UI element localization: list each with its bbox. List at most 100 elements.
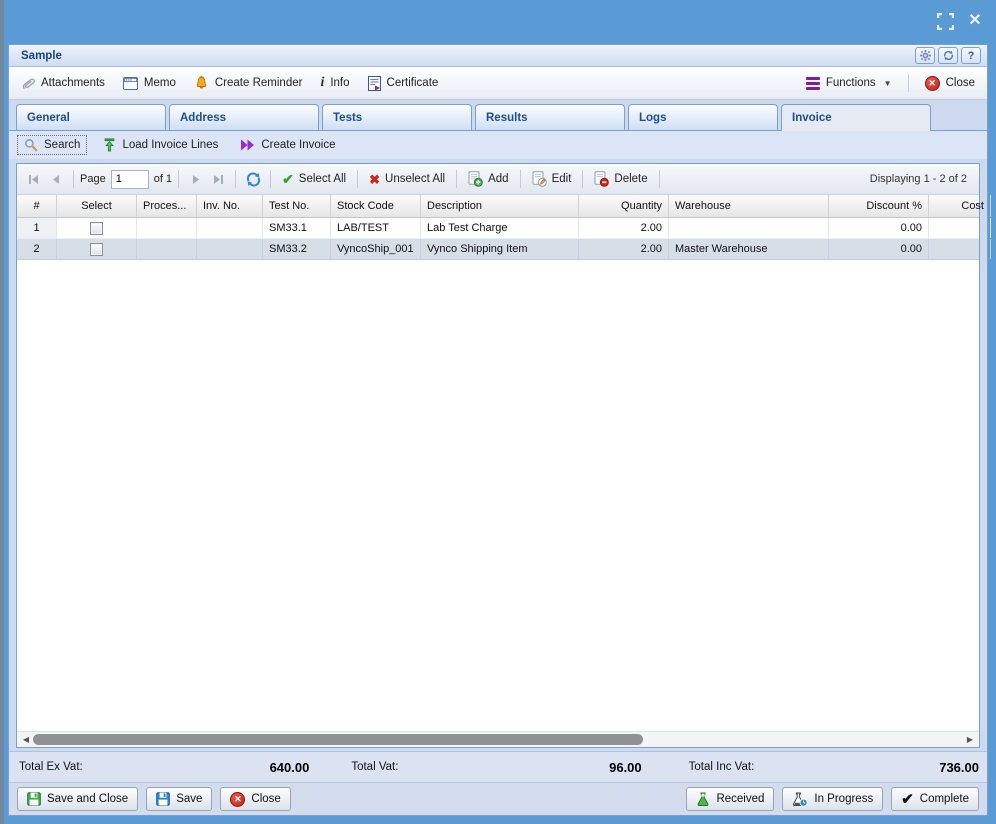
load-invoice-lines-button[interactable]: Load Invoice Lines [97, 136, 224, 154]
info-button[interactable]: i Info [318, 73, 351, 93]
cell-cost[interactable] [929, 218, 991, 238]
column-header-num[interactable]: # [17, 195, 57, 217]
complete-status-button[interactable]: ✔ Complete [891, 787, 979, 811]
invoice-subtoolbar: Search Load Invoice Lines Create Invoice [9, 130, 987, 159]
total-vat-value: 96.00 [609, 760, 642, 775]
double-arrow-icon [240, 139, 255, 151]
save-green-floppy-icon [27, 792, 41, 806]
memo-button[interactable]: Memo [121, 74, 178, 93]
load-invoice-lines-label: Load Invoice Lines [122, 139, 218, 151]
create-reminder-button[interactable]: Create Reminder [192, 73, 305, 94]
in-progress-status-button[interactable]: In Progress [782, 787, 883, 811]
create-invoice-label: Create Invoice [261, 139, 335, 151]
certificate-icon [368, 76, 381, 91]
cell-discount[interactable]: 0.00 [829, 239, 929, 259]
cell-warehouse[interactable]: Master Warehouse [669, 239, 829, 259]
cell-cost[interactable] [929, 239, 991, 259]
cell-stock_code[interactable]: LAB/TEST [331, 218, 421, 238]
add-row-button[interactable]: Add [463, 169, 513, 189]
column-header-warehouse[interactable]: Warehouse [669, 195, 829, 217]
close-footer-button[interactable]: ✕ Close [220, 787, 290, 811]
page-of-label: of 1 [154, 173, 172, 185]
column-header-stock_code[interactable]: Stock Code [331, 195, 421, 217]
column-header-inv_no[interactable]: Inv. No. [197, 195, 263, 217]
settings-gear-button[interactable] [915, 47, 935, 64]
column-header-cost[interactable]: Cost [929, 195, 991, 217]
cell-description[interactable]: Vynco Shipping Item [421, 239, 579, 259]
functions-menu-button[interactable]: Functions ▼ [804, 74, 894, 93]
tab-address[interactable]: Address [169, 104, 319, 130]
search-button[interactable]: Search [17, 135, 87, 155]
column-header-test_no[interactable]: Test No. [263, 195, 331, 217]
close-window-icon[interactable]: ✕ [966, 12, 984, 30]
tab-general[interactable]: General [16, 104, 166, 130]
scrollbar-thumb[interactable] [33, 734, 643, 745]
save-and-close-button[interactable]: Save and Close [17, 787, 138, 811]
row-select-checkbox[interactable] [90, 243, 103, 256]
cell-test_no[interactable]: SM33.2 [263, 239, 331, 259]
table-row[interactable]: 2 SM33.2VyncoShip_001Vynco Shipping Item2… [17, 239, 979, 260]
refresh-grid-icon[interactable] [242, 168, 264, 190]
refresh-panel-button[interactable] [938, 47, 958, 64]
next-page-icon[interactable] [185, 168, 207, 190]
cell-test_no[interactable]: SM33.1 [263, 218, 331, 238]
cell-num[interactable]: 2 [17, 239, 57, 259]
scroll-right-icon[interactable]: ▶ [963, 732, 977, 747]
save-label: Save [176, 793, 202, 805]
save-button[interactable]: Save [146, 787, 212, 811]
cell-quantity[interactable]: 2.00 [579, 239, 669, 259]
tab-strip: General Address Tests Results Logs Invoi… [9, 100, 987, 130]
row-select-checkbox[interactable] [90, 222, 103, 235]
tab-logs[interactable]: Logs [628, 104, 778, 130]
total-ex-vat-label: Total Ex Vat: [19, 761, 83, 773]
cell-inv_no[interactable] [197, 239, 263, 259]
total-ex-vat: Total Ex Vat: 640.00 [17, 760, 309, 775]
cell-select [57, 218, 137, 238]
tab-results[interactable]: Results [475, 104, 625, 130]
scroll-left-icon[interactable]: ◀ [19, 732, 33, 747]
help-label: ? [968, 50, 975, 62]
delete-label: Delete [614, 173, 647, 185]
bell-icon [194, 76, 209, 91]
first-page-icon[interactable] [23, 168, 45, 190]
cell-quantity[interactable]: 2.00 [579, 218, 669, 238]
add-page-icon [468, 171, 483, 187]
cell-num[interactable]: 1 [17, 218, 57, 238]
tab-invoice[interactable]: Invoice [781, 104, 931, 131]
close-toolbar-button[interactable]: ✕ Close [923, 73, 977, 94]
info-icon: i [320, 76, 324, 90]
table-row[interactable]: 1 SM33.1LAB/TESTLab Test Charge2.00 0.00 [17, 218, 979, 239]
select-all-button[interactable]: ✔ Select All [277, 170, 351, 188]
cell-stock_code[interactable]: VyncoShip_001 [331, 239, 421, 259]
column-header-description[interactable]: Description [421, 195, 579, 217]
certificate-button[interactable]: Certificate [366, 73, 441, 94]
prev-page-icon[interactable] [45, 168, 67, 190]
chevron-down-icon: ▼ [884, 79, 892, 88]
column-header-quantity[interactable]: Quantity [579, 195, 669, 217]
cell-discount[interactable]: 0.00 [829, 218, 929, 238]
column-header-select[interactable]: Select [57, 195, 137, 217]
edit-row-button[interactable]: Edit [527, 169, 577, 189]
column-header-discount[interactable]: Discount % [829, 195, 929, 217]
attachments-button[interactable]: Attachments [19, 73, 107, 94]
cell-process[interactable] [137, 239, 197, 259]
save-blue-floppy-icon [156, 792, 170, 806]
cell-description[interactable]: Lab Test Charge [421, 218, 579, 238]
cell-process[interactable] [137, 218, 197, 238]
page-number-input[interactable] [111, 170, 149, 189]
received-status-button[interactable]: Received [686, 787, 774, 811]
delete-row-button[interactable]: Delete [589, 169, 652, 189]
cell-warehouse[interactable] [669, 218, 829, 238]
red-x-icon: ✖ [369, 173, 380, 186]
help-button[interactable]: ? [961, 47, 981, 64]
fullscreen-icon[interactable] [936, 12, 954, 30]
last-page-icon[interactable] [207, 168, 229, 190]
create-invoice-button[interactable]: Create Invoice [234, 137, 341, 153]
unselect-all-button[interactable]: ✖ Unselect All [364, 171, 450, 188]
sample-dialog-window: Sample [8, 44, 988, 816]
tab-tests[interactable]: Tests [322, 104, 472, 130]
add-label: Add [488, 173, 508, 185]
column-header-process[interactable]: Proces... [137, 195, 197, 217]
horizontal-scrollbar[interactable]: ◀ ▶ [17, 731, 979, 747]
cell-inv_no[interactable] [197, 218, 263, 238]
